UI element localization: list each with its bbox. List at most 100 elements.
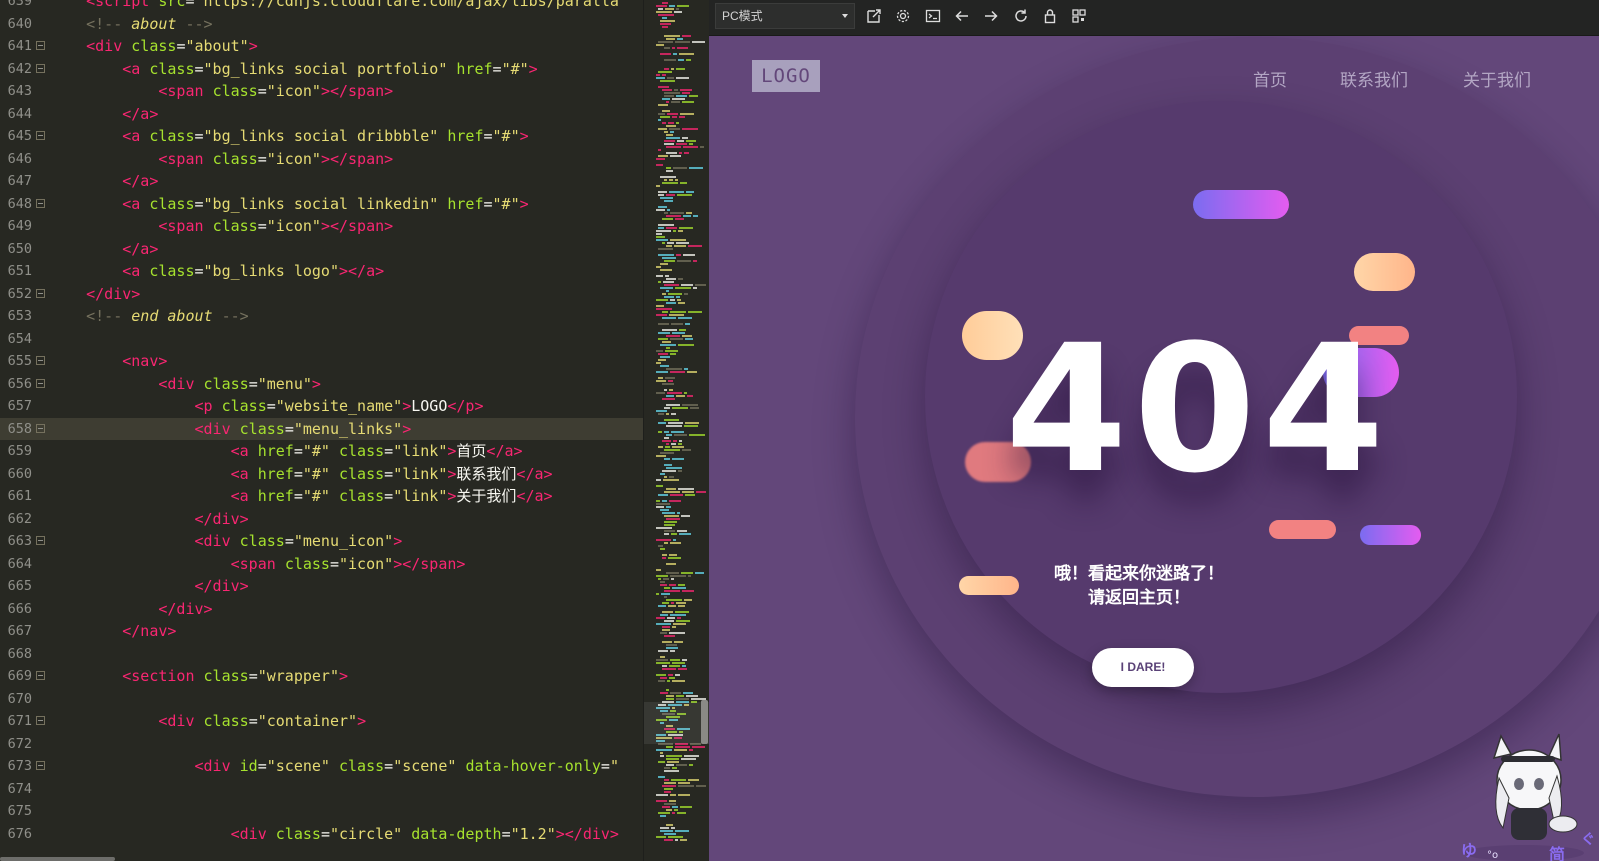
fold-toggle-icon[interactable] xyxy=(36,198,45,208)
minimap-line xyxy=(665,446,670,448)
nav-link-about[interactable]: 关于我们 xyxy=(1463,66,1531,91)
minimap-line xyxy=(677,38,683,40)
code-line[interactable]: 664 <span class="icon"></span> xyxy=(0,553,643,576)
minimap-line xyxy=(658,281,661,283)
code-line[interactable]: 652 </div> xyxy=(0,283,643,306)
dare-button[interactable]: I DARE! xyxy=(1092,648,1194,687)
fold-toggle-icon[interactable] xyxy=(36,63,45,73)
forward-arrow-icon[interactable] xyxy=(980,5,1002,27)
code-line[interactable]: 655 <nav> xyxy=(0,350,643,373)
code-line[interactable]: 646 <span class="icon"></span> xyxy=(0,148,643,171)
code-line[interactable]: 658 <div class="menu_links"> xyxy=(0,417,643,440)
code-line[interactable]: 649 <span class="icon"></span> xyxy=(0,215,643,238)
code-token: <section xyxy=(122,667,204,685)
code-line[interactable]: 675 xyxy=(0,800,643,823)
line-number: 651 xyxy=(7,263,32,279)
minimap-line xyxy=(664,437,669,439)
code-line[interactable]: 672 xyxy=(0,733,643,756)
code-line[interactable]: 674 xyxy=(0,778,643,801)
code-editor[interactable]: 639 <script src="https://cdnjs.cloudflar… xyxy=(0,0,643,861)
code-line[interactable]: 654 xyxy=(0,328,643,351)
code-line[interactable]: 659 <a href="#" class="link">首页</a> xyxy=(0,440,643,463)
code-line[interactable]: 657 <p class="website_name">LOGO</p> xyxy=(0,395,643,418)
line-number: 649 xyxy=(7,218,32,234)
code-line[interactable]: 663 <div class="menu_icon"> xyxy=(0,530,643,553)
code-token: > xyxy=(519,194,529,213)
minimap-line xyxy=(664,833,676,835)
fold-toggle-icon[interactable] xyxy=(36,671,45,680)
code-line[interactable]: 651 <a class="bg_links logo"></a> xyxy=(0,260,643,283)
minimap-line xyxy=(668,674,673,676)
code-line[interactable]: 650 </a> xyxy=(0,238,643,261)
code-line[interactable]: 653 <!-- end about --> xyxy=(0,305,643,328)
code-minimap[interactable] xyxy=(643,0,709,861)
settings-gear-icon[interactable] xyxy=(892,5,914,27)
code-line[interactable]: 647 </a> xyxy=(0,170,643,193)
code-line[interactable]: 642 <a class="bg_links social portfolio"… xyxy=(0,58,643,81)
minimap-line xyxy=(675,179,678,181)
preview-toolbar: PC模式 xyxy=(709,0,1599,36)
code-text: <span class="icon"></span> xyxy=(50,148,393,171)
editor-vertical-scrollbar[interactable] xyxy=(701,700,708,744)
minimap-line xyxy=(669,677,675,679)
fold-toggle-icon[interactable] xyxy=(36,378,45,388)
fold-toggle-icon[interactable] xyxy=(36,761,45,770)
code-line[interactable]: 676 <div class="circle" data-depth="1.2"… xyxy=(0,823,643,846)
code-line[interactable]: 641 <div class="about"> xyxy=(0,35,643,58)
minimap-line xyxy=(670,494,683,496)
code-line[interactable]: 670 xyxy=(0,688,643,711)
code-line[interactable]: 661 <a href="#" class="link">关于我们</a> xyxy=(0,485,643,508)
code-line[interactable]: 666 </div> xyxy=(0,598,643,621)
code-token: = xyxy=(284,419,294,438)
editor-horizontal-scrollbar[interactable] xyxy=(0,857,115,861)
code-line[interactable]: 665 </div> xyxy=(0,575,643,598)
minimap-line xyxy=(662,626,670,628)
code-line[interactable]: 648 <a class="bg_links social linkedin" … xyxy=(0,193,643,216)
fold-toggle-icon[interactable] xyxy=(36,716,45,725)
code-token: = xyxy=(194,127,204,145)
code-token: class xyxy=(275,824,321,843)
code-line[interactable]: 671 <div class="container"> xyxy=(0,710,643,733)
minimap-line xyxy=(680,806,692,808)
refresh-icon[interactable] xyxy=(1010,5,1032,27)
code-line[interactable]: 640 <!-- about --> xyxy=(0,13,643,36)
lock-icon[interactable] xyxy=(1039,5,1061,27)
fold-toggle-icon[interactable] xyxy=(36,423,45,433)
code-line[interactable]: 645 <a class="bg_links social dribbble" … xyxy=(0,125,643,148)
open-external-icon[interactable] xyxy=(863,5,885,27)
fold-toggle-icon[interactable] xyxy=(36,288,45,298)
nav-link-contact[interactable]: 联系我们 xyxy=(1340,66,1408,91)
code-line[interactable]: 656 <div class="menu"> xyxy=(0,373,643,396)
code-line[interactable]: 662 </div> xyxy=(0,508,643,531)
fold-toggle-icon[interactable] xyxy=(36,536,45,545)
nav-link-home[interactable]: 首页 xyxy=(1253,66,1287,91)
minimap-line xyxy=(682,659,687,661)
code-line[interactable]: 660 <a href="#" class="link">联系我们</a> xyxy=(0,463,643,486)
back-arrow-icon[interactable] xyxy=(951,5,973,27)
minimap-viewport[interactable] xyxy=(644,702,709,744)
code-line[interactable]: 643 <span class="icon"></span> xyxy=(0,80,643,103)
minimap-line xyxy=(660,692,668,694)
line-number: 672 xyxy=(7,735,32,752)
code-line[interactable]: 673 <div id="scene" class="scene" data-h… xyxy=(0,755,643,778)
fold-toggle-icon[interactable] xyxy=(36,131,45,140)
minimap-line xyxy=(662,110,670,112)
minimap-line xyxy=(658,431,662,433)
minimap-line xyxy=(666,644,677,646)
device-mode-select[interactable]: PC模式 xyxy=(715,3,855,29)
qr-code-icon[interactable] xyxy=(1068,5,1090,27)
code-line[interactable]: 639 <script src="https://cdnjs.cloudflar… xyxy=(0,0,643,13)
code-token: <div xyxy=(194,532,240,550)
code-token: <div xyxy=(86,37,132,55)
fold-toggle-icon[interactable] xyxy=(36,356,45,365)
code-line[interactable]: 669 <section class="wrapper"> xyxy=(0,665,643,688)
site-logo[interactable]: LOGO xyxy=(752,60,820,92)
code-line[interactable]: 667 </nav> xyxy=(0,620,643,643)
fold-toggle-icon[interactable] xyxy=(36,41,45,50)
minimap-line xyxy=(688,245,702,247)
code-line[interactable]: 668 xyxy=(0,643,643,666)
minimap-line xyxy=(666,227,677,229)
console-icon[interactable] xyxy=(922,5,944,27)
code-token: </a> xyxy=(486,442,523,460)
code-line[interactable]: 644 </a> xyxy=(0,103,643,126)
